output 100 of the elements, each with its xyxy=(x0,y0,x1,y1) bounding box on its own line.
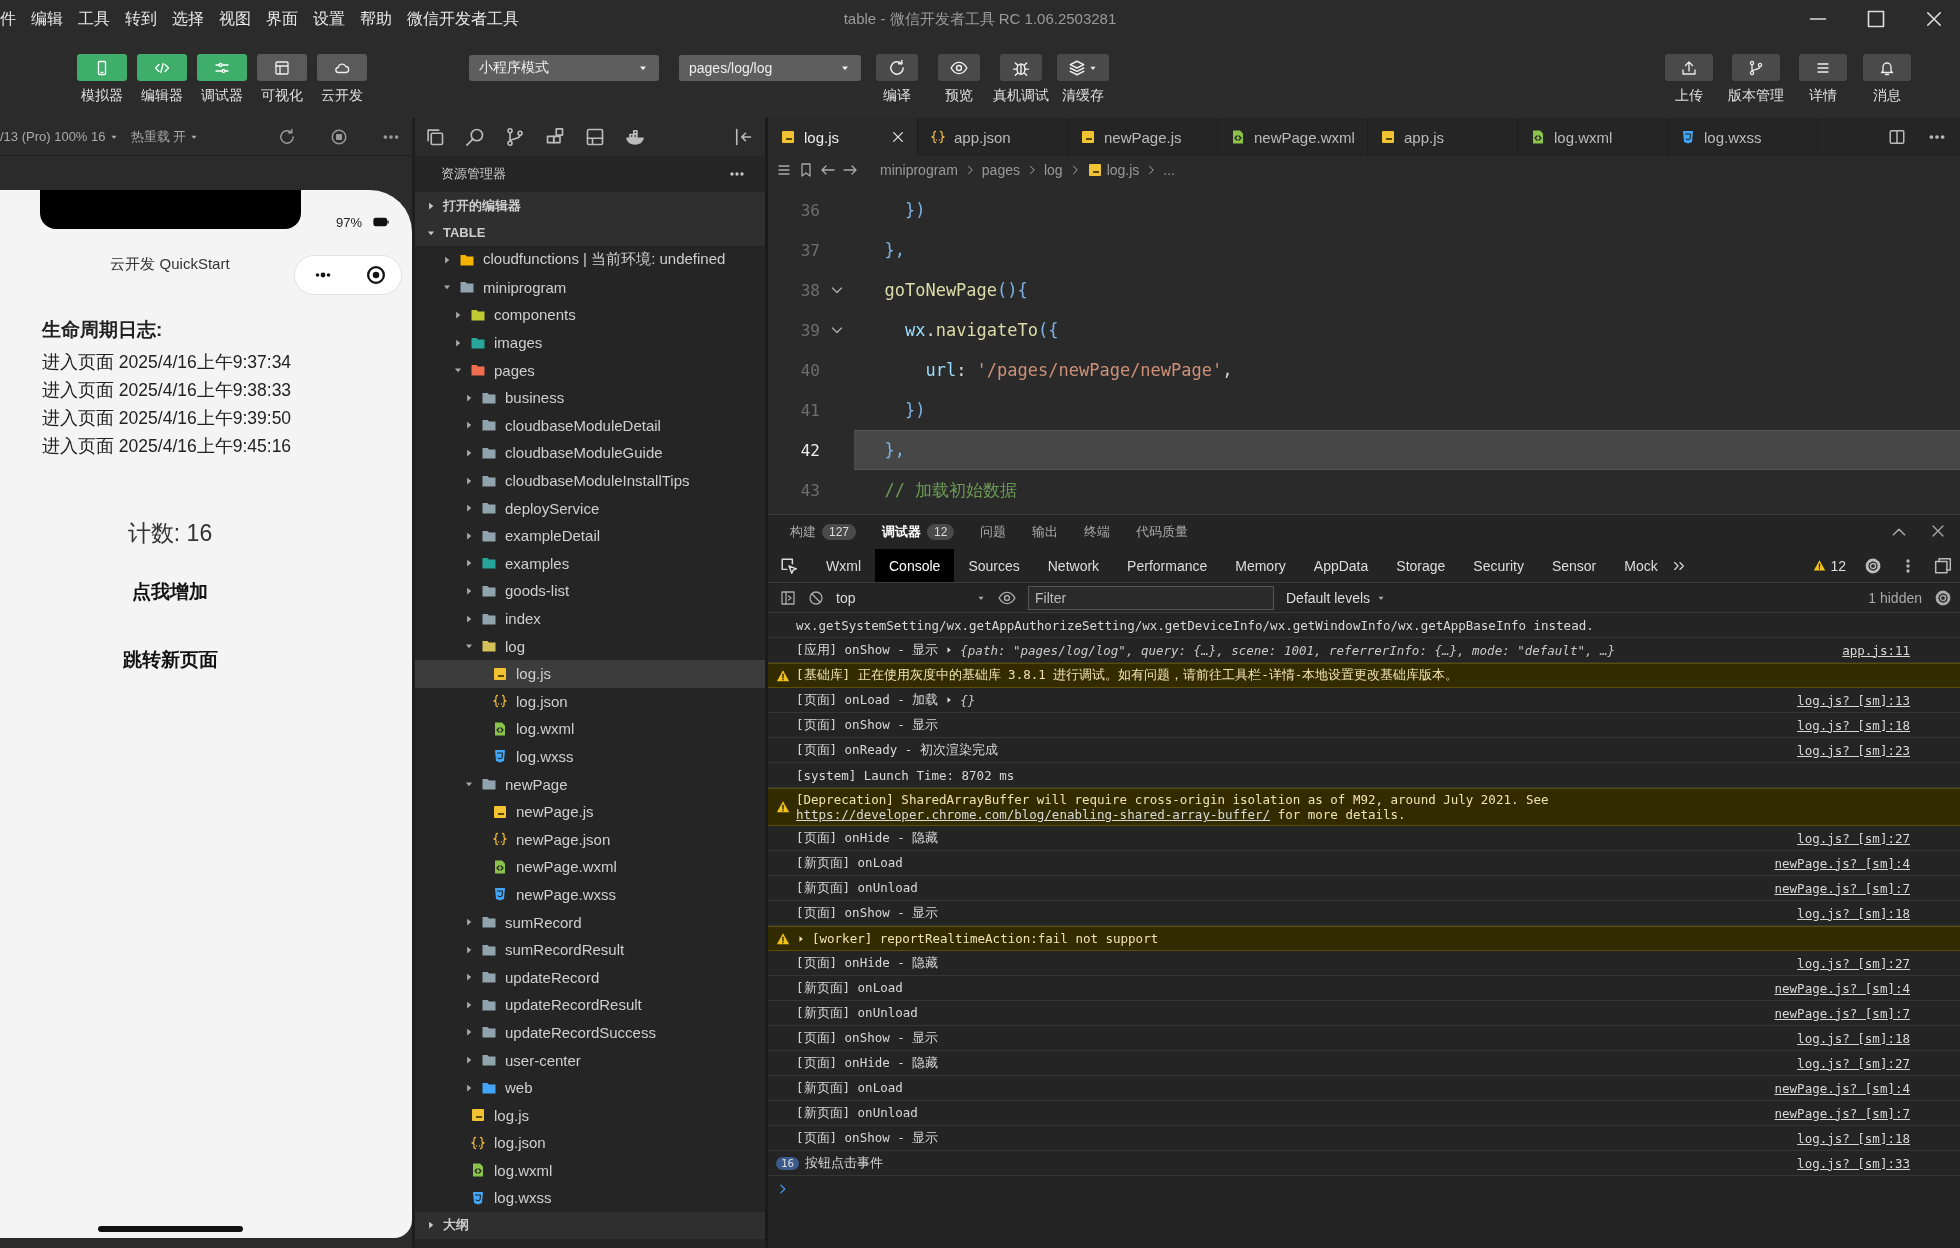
toolbar-button[interactable] xyxy=(1799,54,1847,81)
menu-item[interactable]: 界面 xyxy=(266,8,298,30)
breadcrumb-item[interactable]: log.js xyxy=(1086,162,1140,178)
menu-item[interactable]: 件 xyxy=(0,8,16,30)
panel-tab[interactable]: 输出 xyxy=(1032,523,1059,541)
panel-tab[interactable]: 问题 xyxy=(980,523,1007,541)
devtools-tab[interactable]: Wxml xyxy=(812,549,875,582)
tree-item[interactable]: exampleDetail xyxy=(415,521,765,550)
tree-item[interactable]: log.wxss xyxy=(415,1184,765,1212)
tree-item[interactable]: cloudfunctions | 当前环境: undefined xyxy=(415,246,765,274)
source-link[interactable]: log.js? [sm]:27 xyxy=(1777,830,1910,846)
tree-item[interactable]: user-center xyxy=(415,1046,765,1074)
devtools-tab[interactable]: Console xyxy=(875,549,955,582)
editor-tab[interactable]: app.json xyxy=(918,118,1068,156)
section-header[interactable]: 大纲 xyxy=(415,1211,765,1239)
device-select[interactable]: /13 (Pro) 100% 16 xyxy=(0,129,119,144)
devtools-tab[interactable]: Mock xyxy=(1610,549,1672,582)
tree-item[interactable]: log.wxss xyxy=(415,742,765,771)
list-icon[interactable] xyxy=(776,162,792,178)
devtools-tab[interactable]: Security xyxy=(1459,549,1538,582)
tree-item[interactable]: sumRecord xyxy=(415,908,765,936)
devtools-tab[interactable]: AppData xyxy=(1299,549,1383,582)
search-icon[interactable] xyxy=(465,127,485,147)
levels-select[interactable]: Default levels xyxy=(1286,589,1387,606)
tree-item[interactable]: log.js xyxy=(415,1101,765,1129)
tree-item[interactable]: cloudbaseModuleInstallTips xyxy=(415,466,765,495)
close-icon[interactable] xyxy=(1930,523,1946,539)
object-preview[interactable]: {} xyxy=(960,692,976,708)
section-header[interactable]: TABLE xyxy=(415,219,765,246)
devtools-tab[interactable]: Memory xyxy=(1221,549,1300,582)
stop-icon[interactable] xyxy=(330,127,348,146)
tree-item[interactable]: components xyxy=(415,301,765,329)
menu-item[interactable]: 编辑 xyxy=(31,8,63,30)
source-link[interactable]: app.js:11 xyxy=(1822,642,1910,658)
context-select[interactable]: top xyxy=(836,589,986,606)
toolbar-button[interactable] xyxy=(876,54,918,81)
breadcrumb-item[interactable]: miniprogram xyxy=(880,162,958,178)
editor-tab[interactable]: log.js xyxy=(768,118,918,156)
devtools-tab[interactable]: Network xyxy=(1033,549,1114,582)
refresh-icon[interactable] xyxy=(278,127,296,146)
warning-count[interactable]: 12 xyxy=(1813,557,1846,574)
navigate-button[interactable]: 跳转新页面 xyxy=(110,639,230,681)
tree-item[interactable]: newPage.wxss xyxy=(415,880,765,909)
close-icon[interactable] xyxy=(891,130,905,144)
toolbar-button[interactable] xyxy=(1732,54,1780,81)
source-link[interactable]: newPage.js? [sm]:7 xyxy=(1754,1105,1910,1121)
tree-item[interactable]: index xyxy=(415,604,765,633)
tree-item[interactable]: newPage xyxy=(415,770,765,798)
tree-item[interactable]: updateRecordSuccess xyxy=(415,1018,765,1047)
editor-tab[interactable]: log.wxml xyxy=(1518,118,1668,156)
toolbar-button[interactable] xyxy=(1057,54,1109,81)
tree-item[interactable]: log.wxml xyxy=(415,1156,765,1185)
filter-field[interactable]: Filter xyxy=(1028,585,1274,610)
panel-tab[interactable]: 终端 xyxy=(1084,523,1111,541)
source-link[interactable]: log.js? [sm]:27 xyxy=(1777,1055,1910,1071)
page-select[interactable]: pages/log/log xyxy=(679,55,861,81)
close-icon[interactable] xyxy=(1924,9,1944,29)
boat-icon[interactable] xyxy=(625,127,645,147)
hot-reload-select[interactable]: 热重载 开 xyxy=(130,127,200,146)
tree-item[interactable]: updateRecord xyxy=(415,963,765,992)
panel-tab[interactable]: 调试器 12 xyxy=(882,523,955,541)
section-header[interactable]: 打开的编辑器 xyxy=(415,192,765,219)
tree-item[interactable]: newPage.js xyxy=(415,797,765,826)
link[interactable]: https://developer.chrome.com/blog/enabling-shared-array-buffer/ xyxy=(796,807,1271,822)
tree-item[interactable]: goods-list xyxy=(415,577,765,605)
tree-item[interactable]: log.wxml xyxy=(415,715,765,743)
tree-item[interactable]: log.json xyxy=(415,687,765,716)
source-link[interactable]: newPage.js? [sm]:4 xyxy=(1754,980,1910,996)
source-link[interactable]: log.js? [sm]:13 xyxy=(1777,692,1910,708)
menu-item[interactable]: 视图 xyxy=(219,8,251,30)
source-link[interactable]: log.js? [sm]:23 xyxy=(1777,742,1910,758)
source-link[interactable]: newPage.js? [sm]:4 xyxy=(1754,855,1910,871)
tree-item[interactable]: log.json xyxy=(415,1129,765,1157)
tree-item[interactable]: log xyxy=(415,632,765,660)
tree-item[interactable]: deployService xyxy=(415,494,765,522)
mode-select[interactable]: 小程序模式 xyxy=(469,55,659,81)
tree-item[interactable]: examples xyxy=(415,549,765,578)
settings-icon[interactable] xyxy=(1864,556,1882,575)
increment-button[interactable]: 点我增加 xyxy=(120,571,220,613)
clear-icon[interactable] xyxy=(808,589,824,606)
toolbar-button[interactable] xyxy=(317,54,367,81)
breadcrumb-item[interactable]: log xyxy=(1043,162,1063,178)
devtools-tab[interactable]: Sensor xyxy=(1537,549,1611,582)
breadcrumb-item[interactable]: ... xyxy=(1163,162,1175,178)
source-link[interactable]: log.js? [sm]:27 xyxy=(1777,955,1910,971)
split-icon[interactable] xyxy=(1888,128,1906,146)
tree-item[interactable]: business xyxy=(415,383,765,412)
toolbar-button[interactable] xyxy=(938,54,980,81)
tree-item[interactable]: updateRecordResult xyxy=(415,991,765,1019)
panel-icon[interactable] xyxy=(585,127,605,147)
menu-item[interactable]: 选择 xyxy=(172,8,204,30)
inspect-icon[interactable] xyxy=(780,556,798,575)
collapse-icon[interactable] xyxy=(733,127,753,147)
devtools-tab[interactable]: Storage xyxy=(1382,549,1460,582)
bookmark-icon[interactable] xyxy=(798,162,814,178)
menu-item[interactable]: 转到 xyxy=(125,8,157,30)
object-preview[interactable]: {path: "pages/log/log", query: {…}, scene: 1001, referrerInfo: {…}, mode: "default", …} xyxy=(960,642,1616,658)
source-link[interactable]: log.js? [sm]:18 xyxy=(1777,905,1910,921)
tree-item[interactable]: web xyxy=(415,1073,765,1102)
editor-tab[interactable]: app.js xyxy=(1368,118,1518,156)
